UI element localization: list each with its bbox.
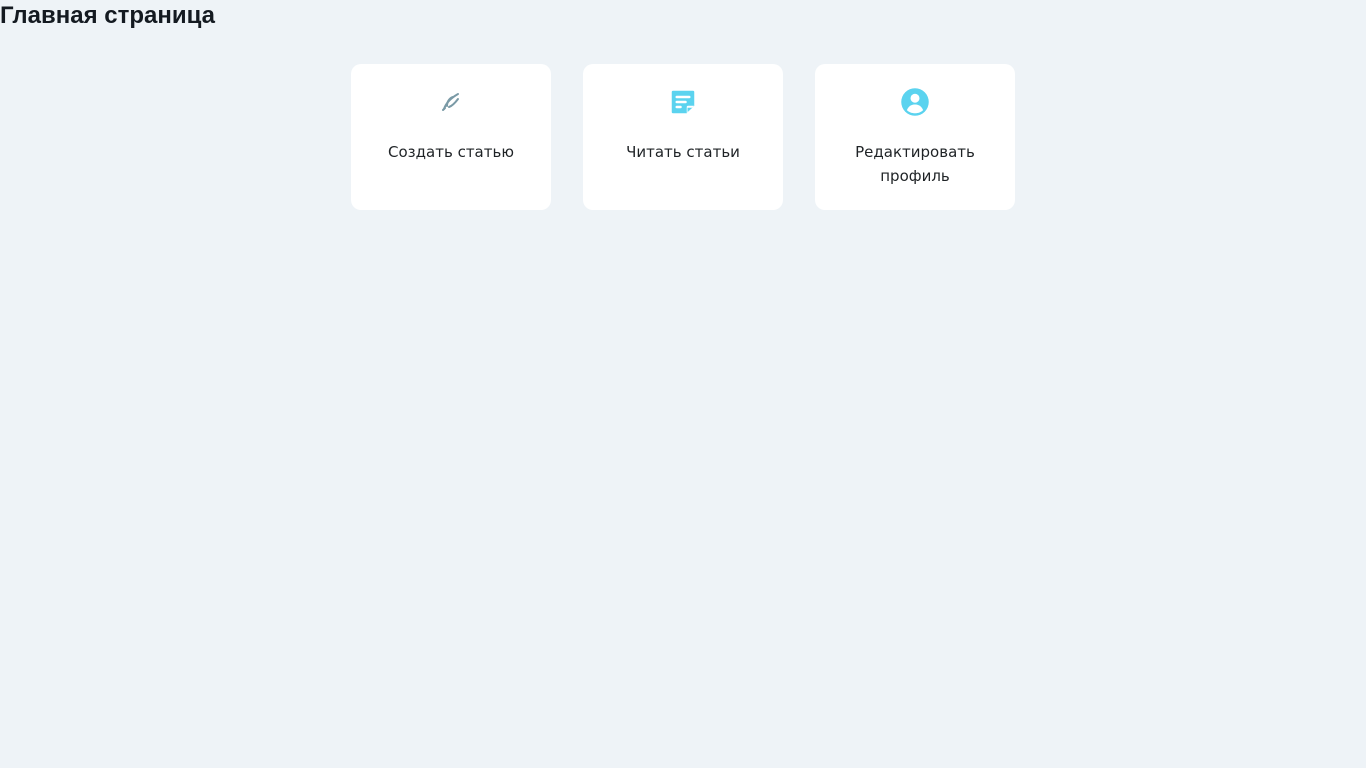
quill-icon [435, 86, 467, 118]
note-icon [667, 86, 699, 118]
edit-profile-label: Редактировать профиль [855, 143, 975, 185]
read-articles-label: Читать статьи [626, 143, 740, 161]
page-title: Главная страница [0, 2, 216, 29]
create-article-label: Создать статью [388, 143, 514, 161]
user-circle-icon [899, 86, 931, 118]
create-article-card[interactable]: Создать статью [351, 64, 551, 210]
action-cards: Создать статью Читать статьи Редактирова… [351, 64, 1015, 210]
edit-profile-card[interactable]: Редактировать профиль [815, 64, 1015, 210]
read-articles-card[interactable]: Читать статьи [583, 64, 783, 210]
